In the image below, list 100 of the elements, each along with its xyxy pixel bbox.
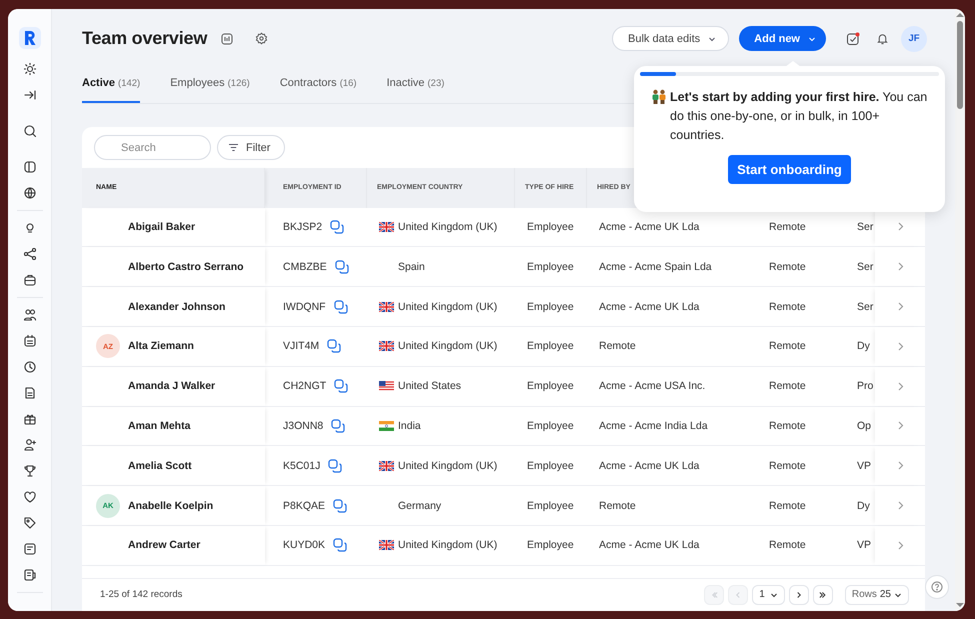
- copy-icon[interactable]: [333, 538, 348, 552]
- chevron-right-icon[interactable]: [897, 382, 904, 391]
- table-cell: VP: [857, 460, 872, 472]
- search-icon[interactable]: [24, 125, 36, 137]
- document-icon[interactable]: [24, 387, 36, 399]
- bulb-icon[interactable]: [24, 222, 36, 234]
- briefcase-icon[interactable]: [24, 274, 36, 286]
- hire-type: Employee: [527, 340, 574, 352]
- country-name: United Kingdom (UK): [398, 220, 498, 233]
- gift-icon[interactable]: [24, 413, 36, 425]
- user-avatar[interactable]: JF: [901, 26, 927, 52]
- bell-icon[interactable]: [876, 32, 889, 45]
- table-cell: Ser: [857, 300, 874, 313]
- sun-icon[interactable]: [24, 63, 36, 75]
- question-icon: [931, 581, 943, 593]
- hired-by-entity: Remote: [599, 500, 636, 512]
- employee-name[interactable]: Aman Mehta: [128, 420, 190, 432]
- employment-id: K5C01J: [283, 460, 320, 472]
- country-name: Germany: [398, 500, 442, 512]
- user-plus-icon[interactable]: [24, 439, 36, 451]
- copy-icon[interactable]: [333, 498, 348, 513]
- copy-icon[interactable]: [334, 379, 348, 394]
- employee-name[interactable]: Alberto Castro Serrano: [128, 260, 244, 273]
- onboarding-message: Let's start by adding your first hire. You can do this one-by-one, or in bulk, in 100+ countries.: [670, 89, 928, 144]
- chevron-right-icon[interactable]: [897, 222, 904, 232]
- table-cell: Dy: [857, 500, 870, 512]
- chevron-right-icon[interactable]: [897, 421, 904, 430]
- flag-icon: [379, 420, 394, 431]
- hire-type: Employee: [527, 539, 574, 552]
- tab[interactable]: Employees (126): [170, 67, 250, 103]
- country-name: United Kingdom (UK): [398, 460, 498, 472]
- employee-name[interactable]: Amelia Scott: [128, 460, 192, 472]
- file-icon[interactable]: [24, 569, 36, 581]
- employee-name[interactable]: Alta Ziemann: [128, 340, 194, 352]
- chevron-right-icon[interactable]: [897, 501, 904, 510]
- employee-name[interactable]: Andrew Carter: [128, 539, 200, 552]
- globe-icon[interactable]: [24, 187, 36, 199]
- heart-icon[interactable]: [24, 491, 36, 503]
- chevron-right-icon[interactable]: [897, 342, 904, 351]
- scrollbar[interactable]: [955, 9, 965, 611]
- bulk-data-edits-button[interactable]: Bulk data edits: [612, 26, 730, 51]
- chevron-right-icon[interactable]: [897, 461, 904, 470]
- copy-icon[interactable]: [327, 339, 342, 354]
- tab[interactable]: Active (142): [82, 67, 140, 103]
- collapse-icon[interactable]: [24, 89, 36, 101]
- users-icon[interactable]: [24, 309, 36, 321]
- hired-by-entity: Acme - Acme Spain Lda: [599, 260, 712, 273]
- country-name: United Kingdom (UK): [398, 340, 498, 352]
- employee-name[interactable]: Anabelle Koelpin: [128, 500, 214, 512]
- tab[interactable]: Inactive (23): [386, 67, 444, 103]
- copy-icon[interactable]: [334, 260, 349, 274]
- logo-icon[interactable]: [18, 27, 40, 49]
- search-field[interactable]: Search: [94, 135, 211, 160]
- hire-type: Employee: [527, 220, 574, 233]
- calendar-icon[interactable]: [24, 335, 36, 347]
- copy-icon[interactable]: [331, 418, 346, 433]
- page-title: Team overview: [82, 28, 208, 49]
- hired-by-entity: Acme - Acme UK Lda: [599, 220, 700, 233]
- share-icon[interactable]: [24, 248, 36, 260]
- tag-icon[interactable]: [24, 517, 36, 529]
- copy-icon[interactable]: [328, 458, 342, 473]
- chevron-right-icon[interactable]: [897, 540, 904, 550]
- task-icon[interactable]: [846, 32, 860, 46]
- start-onboarding-button[interactable]: Start onboarding: [728, 155, 851, 184]
- chevron-right-icon[interactable]: [897, 262, 904, 272]
- employment-id: J3ONN8: [283, 420, 324, 432]
- chevron-right-icon[interactable]: [897, 302, 904, 312]
- tab[interactable]: Contractors (16): [280, 67, 357, 103]
- chart-icon[interactable]: [221, 32, 234, 44]
- add-new-button[interactable]: Add new: [739, 26, 826, 51]
- table-cell: Remote: [769, 260, 806, 273]
- table-cell: Remote: [769, 380, 806, 392]
- flag-icon: [379, 222, 394, 232]
- hire-type: Employee: [527, 260, 574, 273]
- table-cell: Remote: [769, 300, 806, 313]
- hired-by-entity: Acme - Acme UK Lda: [599, 539, 700, 552]
- page-select[interactable]: 1: [752, 584, 785, 605]
- flag-icon: [379, 460, 394, 471]
- filter-button[interactable]: Filter: [217, 135, 286, 160]
- help-button[interactable]: [925, 575, 949, 599]
- table-cell: Ser: [857, 260, 874, 273]
- employment-id: P8KQAE: [283, 500, 326, 512]
- trophy-icon[interactable]: [24, 465, 36, 477]
- hire-type: Employee: [527, 380, 574, 392]
- employee-name[interactable]: Abigail Baker: [128, 220, 196, 233]
- settings-icon[interactable]: [255, 32, 268, 45]
- country-name: United States: [398, 380, 462, 392]
- people-icon: [651, 89, 667, 104]
- employee-name[interactable]: Alexander Johnson: [128, 300, 226, 313]
- last-page-button[interactable]: [812, 584, 833, 605]
- panel-icon[interactable]: [24, 161, 36, 173]
- table-cell: Remote: [769, 539, 806, 552]
- copy-icon[interactable]: [330, 220, 344, 234]
- employee-name[interactable]: Amanda J Walker: [128, 380, 216, 392]
- note-icon[interactable]: [24, 543, 36, 555]
- clock-icon[interactable]: [24, 361, 36, 373]
- country-name: India: [398, 420, 421, 432]
- hired-by-entity: Acme - Acme UK Lda: [599, 460, 700, 472]
- copy-icon[interactable]: [334, 300, 348, 314]
- rows-per-page-select[interactable]: Rows 25: [844, 584, 909, 605]
